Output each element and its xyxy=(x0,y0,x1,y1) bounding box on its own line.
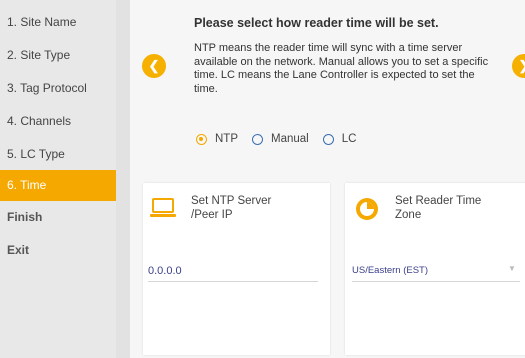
timezone-card-title: Set Reader Time Zone xyxy=(395,195,482,221)
sidebar-item-finish[interactable]: Finish xyxy=(0,202,116,233)
sidebar-item-tag-protocol[interactable]: 3. Tag Protocol xyxy=(0,73,116,104)
radio-option-ntp[interactable]: NTP xyxy=(196,133,238,145)
radio-option-manual[interactable]: Manual xyxy=(252,133,309,145)
sidebar-item-site-type[interactable]: 2. Site Type xyxy=(0,40,116,71)
chevron-right-icon: ❯ xyxy=(519,58,525,73)
radio-button-lc[interactable] xyxy=(322,133,334,145)
timezone-select-underline xyxy=(352,281,520,282)
sidebar-item-exit[interactable]: Exit xyxy=(0,235,116,266)
next-arrow-button[interactable]: ❯ xyxy=(512,54,525,78)
time-source-radio-group: NTP Manual LC xyxy=(196,133,370,145)
laptop-icon xyxy=(150,198,176,217)
sidebar-item-lc-type[interactable]: 5. LC Type xyxy=(0,139,116,170)
chevron-left-icon: ❮ xyxy=(148,58,160,73)
timezone-select[interactable]: US/Eastern (EST) xyxy=(352,265,428,276)
chevron-down-icon[interactable]: ▼ xyxy=(508,264,516,273)
page-title: Please select how reader time will be se… xyxy=(194,16,439,30)
ntp-server-input[interactable]: 0.0.0.0 xyxy=(148,265,182,277)
radio-label-lc: LC xyxy=(341,133,357,145)
timezone-card: Set Reader Time Zone US/Eastern (EST) ▼ xyxy=(345,183,525,355)
page-description: NTP means the reader time will sync with… xyxy=(194,42,489,95)
wizard-sidebar: 1. Site Name 2. Site Type 3. Tag Protoco… xyxy=(0,0,116,358)
ntp-card-title: Set NTP Server /Peer IP xyxy=(191,195,272,221)
ntp-server-card: Set NTP Server /Peer IP 0.0.0.0 xyxy=(143,183,330,355)
clock-icon xyxy=(356,198,378,220)
sidebar-item-channels[interactable]: 4. Channels xyxy=(0,106,116,137)
radio-option-lc[interactable]: LC xyxy=(322,133,357,145)
sidebar-divider xyxy=(116,0,130,358)
radio-label-ntp: NTP xyxy=(215,133,238,145)
ntp-input-underline xyxy=(148,281,318,282)
radio-button-manual[interactable] xyxy=(252,133,263,145)
sidebar-item-time[interactable]: 6. Time xyxy=(0,170,116,201)
radio-button-ntp[interactable] xyxy=(196,133,207,145)
radio-label-manual: Manual xyxy=(271,133,309,145)
previous-arrow-button[interactable]: ❮ xyxy=(142,54,166,78)
sidebar-item-site-name[interactable]: 1. Site Name xyxy=(0,7,116,38)
main-panel: ❮ ❯ Please select how reader time will b… xyxy=(130,0,525,358)
